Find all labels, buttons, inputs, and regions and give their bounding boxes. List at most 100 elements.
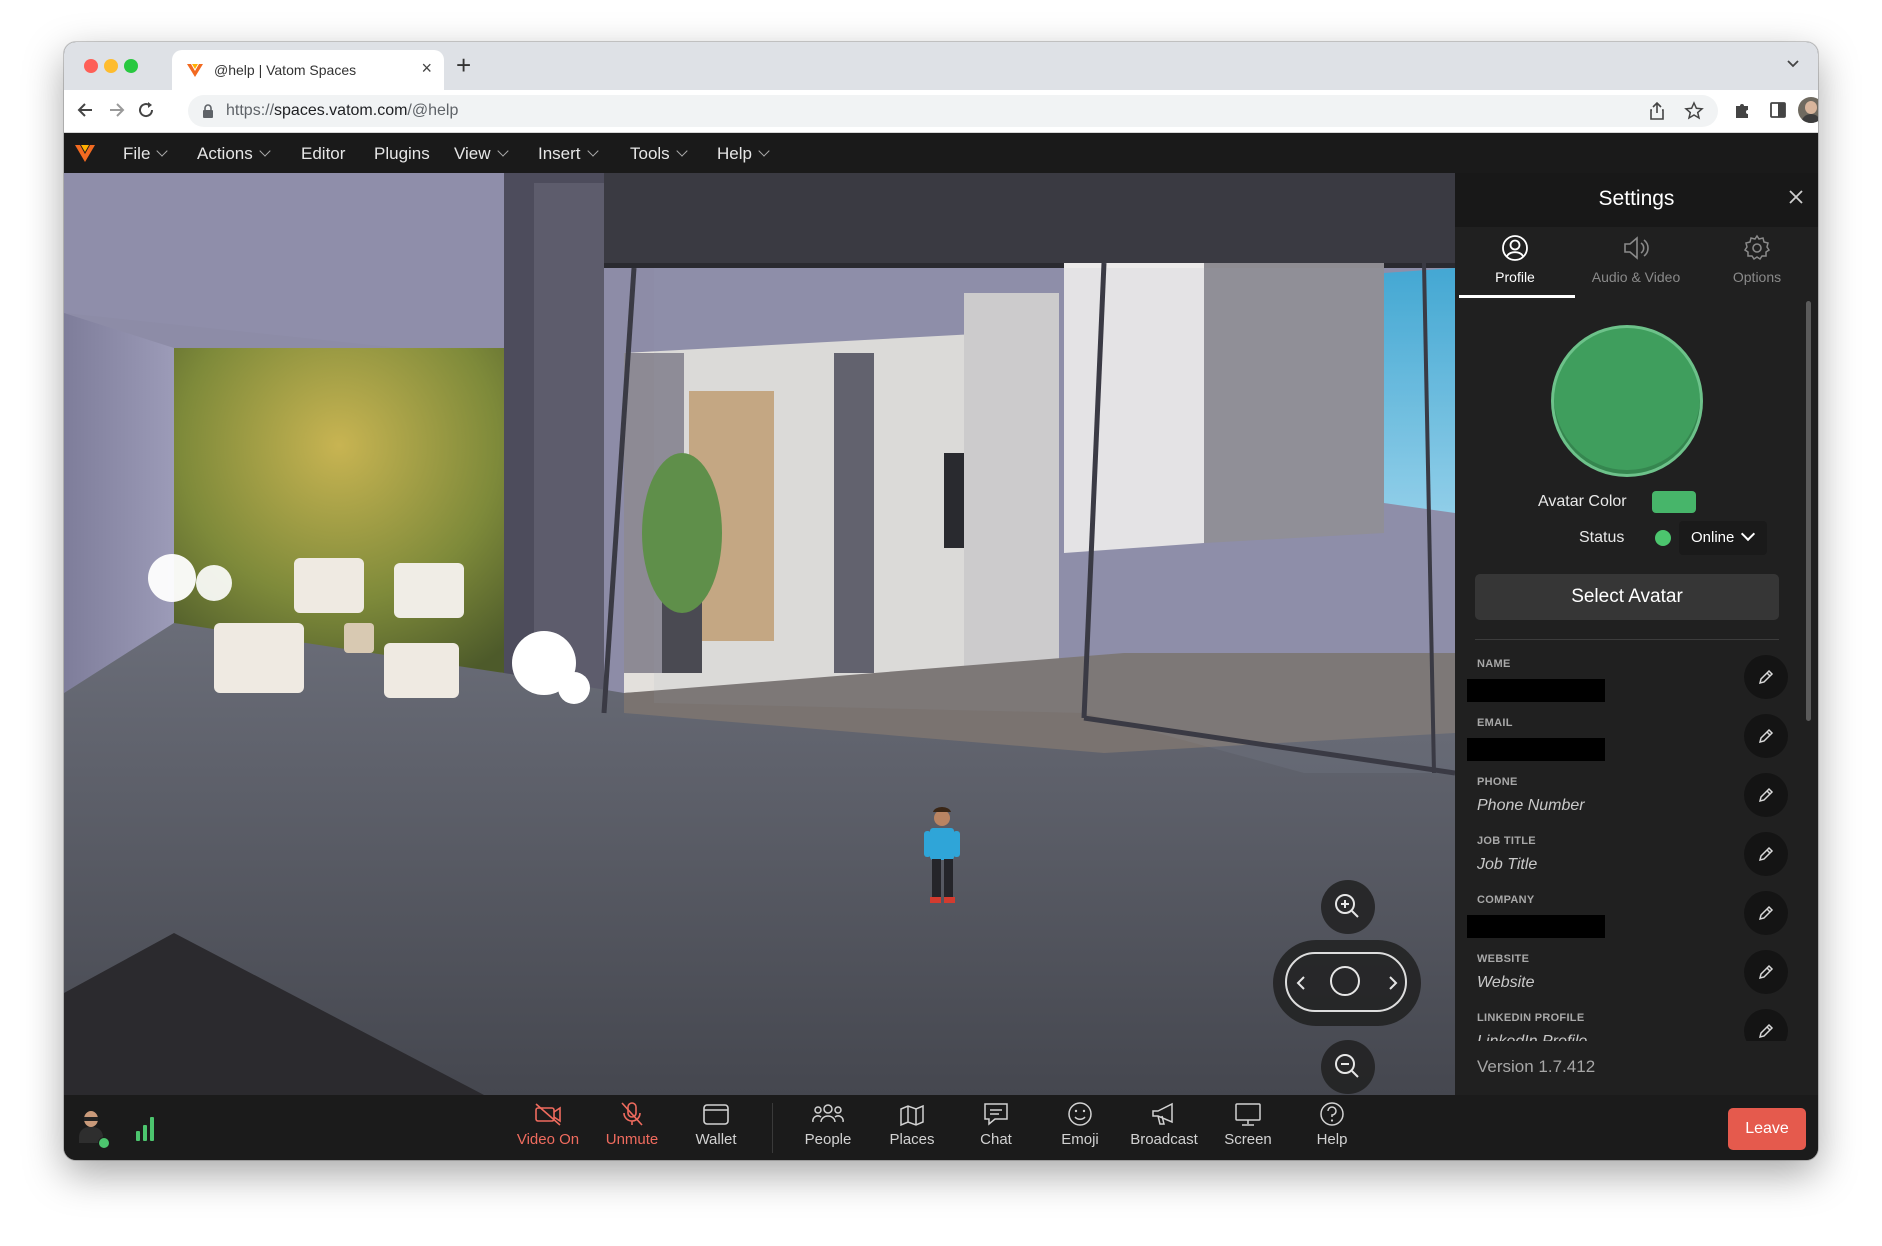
- phone-value[interactable]: Phone Number: [1477, 797, 1585, 815]
- share-icon[interactable]: [1648, 101, 1666, 121]
- job-title-value[interactable]: Job Title: [1477, 856, 1537, 874]
- avatar-color-label: Avatar Color: [1538, 493, 1627, 510]
- bottom-toolbar: Video On Unmute Wallet People Places Cha…: [64, 1095, 1818, 1160]
- divider: [1475, 639, 1779, 640]
- wallet-button[interactable]: Wallet: [674, 1101, 758, 1148]
- pencil-icon: [1758, 728, 1774, 744]
- edit-company-button[interactable]: [1744, 891, 1788, 935]
- redacted-value: [1467, 738, 1605, 761]
- side-panel-icon[interactable]: [1768, 100, 1788, 120]
- movement-pad[interactable]: [1273, 940, 1421, 1026]
- menu-file[interactable]: File: [123, 144, 169, 164]
- settings-header: Settings: [1455, 173, 1818, 227]
- browser-profile-avatar[interactable]: [1798, 97, 1818, 123]
- close-tab-icon[interactable]: ×: [421, 58, 432, 79]
- online-indicator: [98, 1137, 110, 1149]
- pencil-icon: [1758, 846, 1774, 862]
- status-indicator: [1655, 530, 1671, 546]
- back-arrow-icon[interactable]: [76, 100, 96, 120]
- reload-icon[interactable]: [136, 100, 156, 120]
- video-toggle-button[interactable]: Video On: [506, 1101, 590, 1148]
- extensions-puzzle-icon[interactable]: [1732, 100, 1752, 120]
- help-circle-icon: [1320, 1102, 1344, 1126]
- pencil-icon: [1758, 669, 1774, 685]
- menu-view[interactable]: View: [454, 144, 509, 164]
- mic-off-icon: [621, 1102, 643, 1126]
- mic-toggle-button[interactable]: Unmute: [590, 1101, 674, 1148]
- close-window-button[interactable]: [84, 59, 98, 73]
- maximize-window-button[interactable]: [124, 59, 138, 73]
- menu-help[interactable]: Help: [717, 144, 770, 164]
- select-avatar-button[interactable]: Select Avatar: [1475, 574, 1779, 620]
- browser-window: @help | Vatom Spaces × + https://spaces.…: [64, 42, 1818, 1160]
- pencil-icon: [1758, 787, 1774, 803]
- active-tab-indicator: [1459, 295, 1575, 298]
- video-off-icon: [535, 1103, 561, 1126]
- edit-website-button[interactable]: [1744, 950, 1788, 994]
- pan-right-icon[interactable]: [1387, 975, 1399, 991]
- emoji-icon: [1068, 1102, 1092, 1126]
- menu-editor[interactable]: Editor: [301, 144, 345, 164]
- bookmark-star-icon[interactable]: [1684, 101, 1704, 121]
- menu-tools[interactable]: Tools: [630, 144, 688, 164]
- avatar-color-swatch[interactable]: [1652, 491, 1696, 513]
- megaphone-icon: [1152, 1102, 1173, 1125]
- edit-name-button[interactable]: [1744, 655, 1788, 699]
- broadcast-button[interactable]: Broadcast: [1122, 1101, 1206, 1148]
- zoom-in-button[interactable]: [1321, 880, 1375, 934]
- people-button[interactable]: People: [786, 1101, 870, 1148]
- settings-panel: Settings Profile Audio & Video Options A…: [1455, 173, 1818, 1095]
- website-value[interactable]: Website: [1477, 974, 1535, 992]
- url-text: https://spaces.vatom.com/@help: [226, 102, 459, 119]
- vatom-logo-icon[interactable]: [74, 142, 96, 164]
- zoom-out-button[interactable]: [1321, 1040, 1375, 1094]
- gear-icon: [1743, 234, 1771, 261]
- menu-plugins[interactable]: Plugins: [374, 144, 430, 164]
- tab-strip: @help | Vatom Spaces × +: [64, 42, 1818, 90]
- joystick-knob[interactable]: [1330, 966, 1360, 996]
- chevron-down-icon[interactable]: [1786, 56, 1800, 70]
- pan-left-icon[interactable]: [1295, 975, 1307, 991]
- pencil-icon: [1758, 905, 1774, 921]
- tab-audio-video[interactable]: Audio & Video: [1576, 233, 1696, 285]
- places-button[interactable]: Places: [870, 1101, 954, 1148]
- edit-email-button[interactable]: [1744, 714, 1788, 758]
- tab-profile[interactable]: Profile: [1455, 233, 1575, 285]
- status-dropdown[interactable]: Online: [1679, 521, 1767, 555]
- minimize-window-button[interactable]: [104, 59, 118, 73]
- places-icon: [900, 1104, 924, 1127]
- redacted-value: [1467, 915, 1605, 938]
- leave-button[interactable]: Leave: [1728, 1108, 1806, 1150]
- new-tab-button[interactable]: +: [456, 50, 471, 81]
- pencil-icon: [1758, 964, 1774, 980]
- chevron-down-icon: [1740, 526, 1756, 542]
- edit-job-title-button[interactable]: [1744, 832, 1788, 876]
- virtual-lobby-scene: [64, 173, 1455, 1095]
- menu-insert[interactable]: Insert: [538, 144, 599, 164]
- avatar-preview[interactable]: [1554, 328, 1700, 474]
- lock-icon: [203, 104, 213, 118]
- url-bar[interactable]: https://spaces.vatom.com/@help: [188, 95, 1718, 127]
- 3d-scene-viewport[interactable]: [64, 173, 1455, 1095]
- chat-icon: [984, 1103, 1008, 1126]
- settings-scrollbar[interactable]: [1806, 301, 1811, 721]
- edit-phone-button[interactable]: [1744, 773, 1788, 817]
- vatom-favicon-icon: [187, 64, 203, 77]
- close-icon[interactable]: [1786, 187, 1806, 207]
- version-text: Version 1.7.412: [1477, 1057, 1596, 1076]
- signal-strength-icon: [136, 1117, 154, 1141]
- wallet-icon: [703, 1104, 729, 1125]
- browser-tab[interactable]: @help | Vatom Spaces ×: [172, 50, 444, 90]
- forward-arrow-icon[interactable]: [106, 100, 126, 120]
- help-button[interactable]: Help: [1290, 1101, 1374, 1148]
- people-icon: [812, 1104, 844, 1123]
- emoji-button[interactable]: Emoji: [1038, 1101, 1122, 1148]
- app-menu-bar: File Actions Editor Plugins View Insert …: [64, 133, 1818, 173]
- speaker-icon: [1624, 236, 1649, 260]
- tab-options[interactable]: Options: [1697, 233, 1817, 285]
- screen-share-button[interactable]: Screen: [1206, 1101, 1290, 1148]
- settings-title: Settings: [1598, 187, 1675, 210]
- status-label: Status: [1579, 529, 1625, 546]
- chat-button[interactable]: Chat: [954, 1101, 1038, 1148]
- menu-actions[interactable]: Actions: [197, 144, 271, 164]
